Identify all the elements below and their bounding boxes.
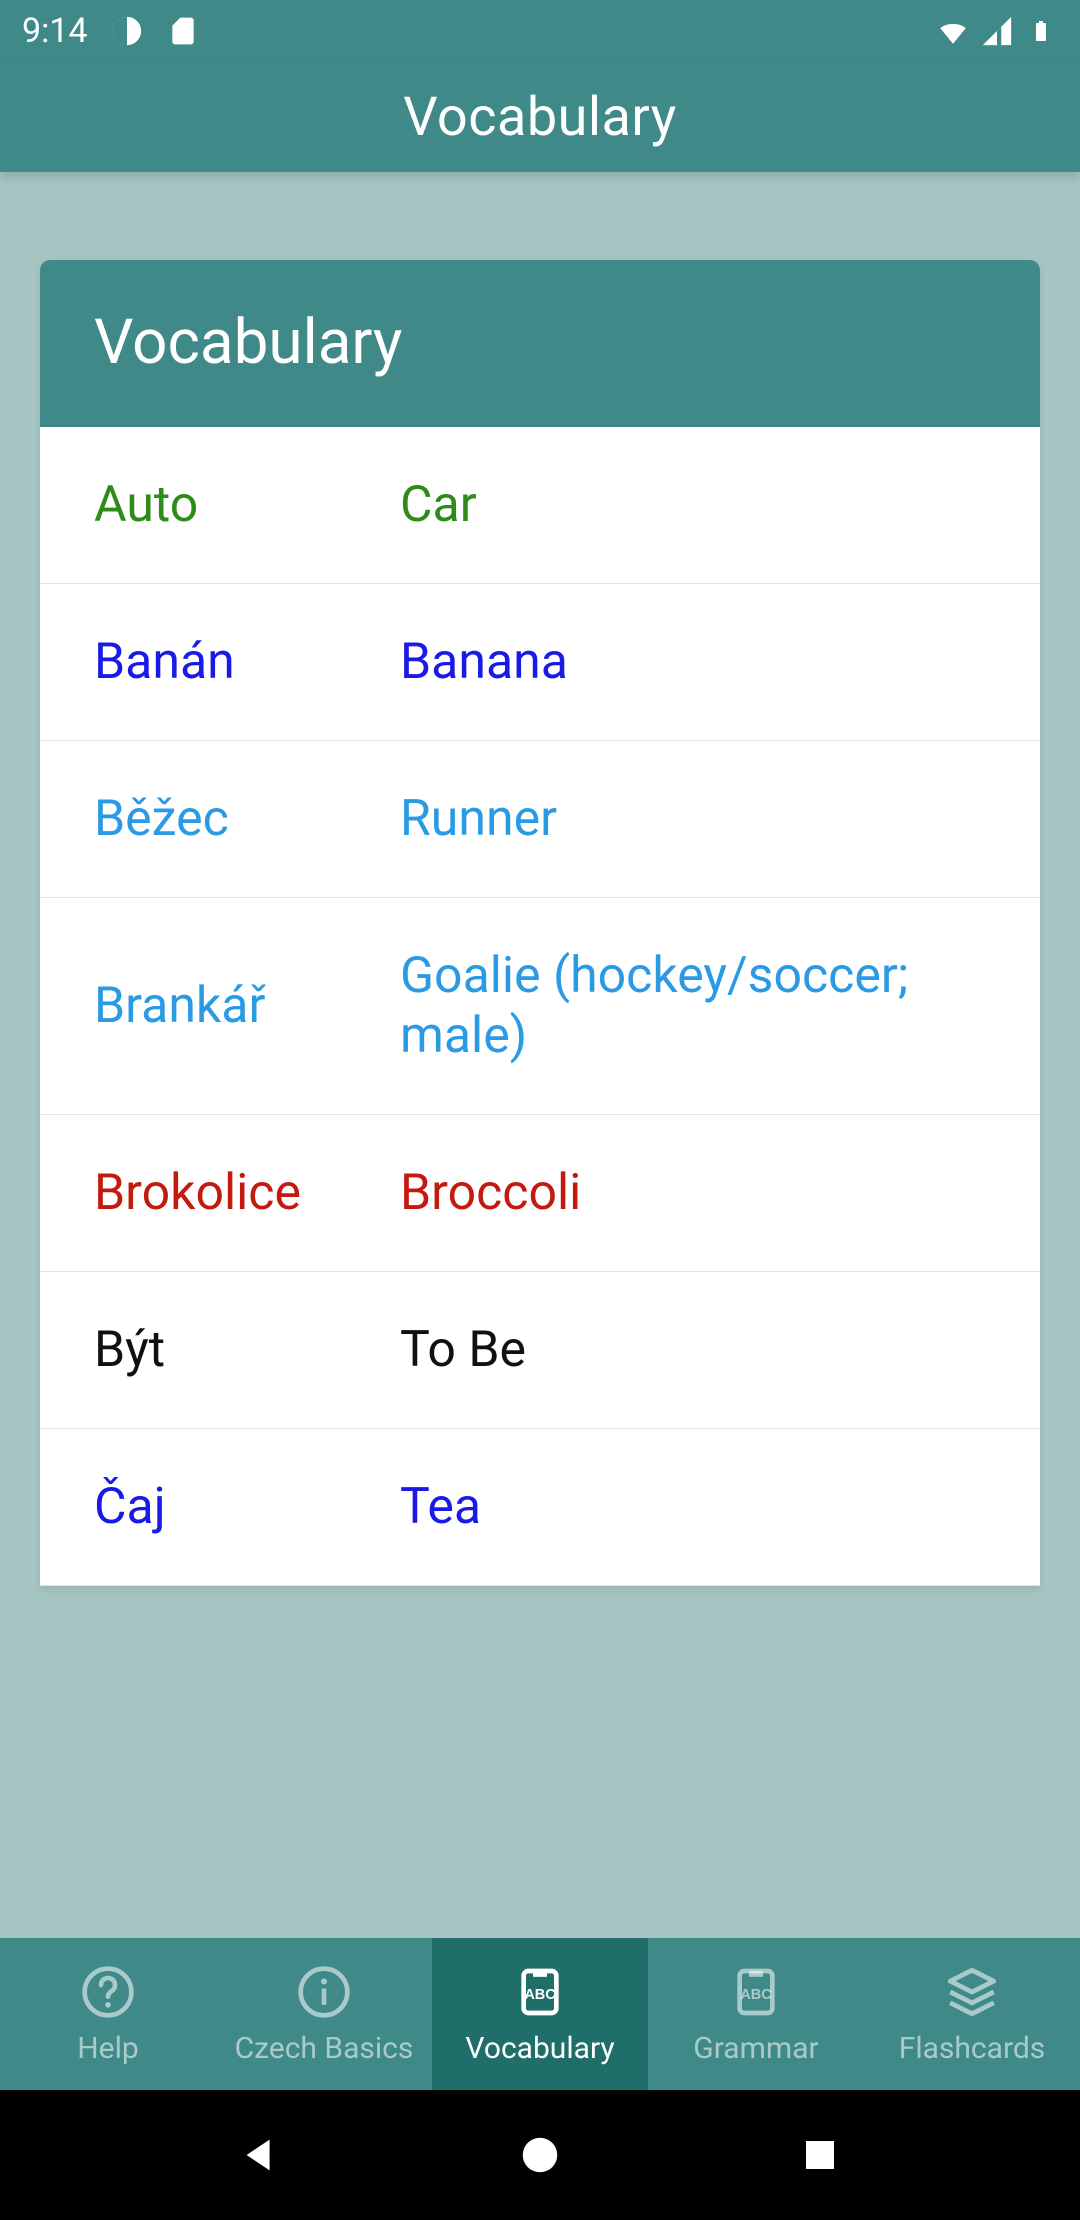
page-body: Vocabulary AutoCarBanánBananaBěžecRunner…: [0, 172, 1080, 1938]
vocab-row[interactable]: ČajTea: [40, 1429, 1040, 1586]
vocab-target: Runner: [400, 789, 1040, 849]
nav-item-label: Grammar: [693, 2031, 818, 2066]
vocab-row[interactable]: BanánBanana: [40, 584, 1040, 741]
vocab-target: Broccoli: [400, 1163, 1040, 1223]
nav-item-label: Vocabulary: [465, 2031, 614, 2066]
home-button[interactable]: [510, 2125, 570, 2185]
nav-item-flashcards[interactable]: Flashcards: [864, 1938, 1080, 2090]
nav-item-help[interactable]: Help: [0, 1938, 216, 2090]
vocab-target: Car: [400, 475, 1040, 535]
nav-item-czech-basics[interactable]: Czech Basics: [216, 1938, 432, 2090]
vocab-row[interactable]: BrokoliceBroccoli: [40, 1115, 1040, 1272]
vocab-target: To Be: [400, 1320, 1040, 1380]
status-bar: 9:14: [0, 0, 1080, 62]
vocab-source: Brankář: [40, 977, 400, 1035]
nav-item-label: Czech Basics: [235, 2031, 414, 2066]
svg-text:ABC: ABC: [740, 1987, 772, 2003]
list-fade: [0, 1890, 1080, 1938]
vocab-source: Být: [40, 1321, 400, 1379]
card-header: Vocabulary: [40, 260, 1040, 427]
android-nav-bar: [0, 2090, 1080, 2220]
vocab-source: Čaj: [40, 1478, 400, 1536]
vocab-source: Brokolice: [40, 1164, 400, 1222]
info-icon: [295, 1963, 353, 2021]
nav-item-label: Help: [77, 2031, 138, 2066]
vocab-source: Běžec: [40, 790, 400, 848]
nav-item-label: Flashcards: [899, 2031, 1046, 2066]
wifi-icon: [936, 14, 970, 48]
vocab-row[interactable]: BrankářGoalie (hockey/soccer; male): [40, 898, 1040, 1115]
recents-button[interactable]: [790, 2125, 850, 2185]
vocab-row[interactable]: BýtTo Be: [40, 1272, 1040, 1429]
sd-card-icon: [166, 14, 200, 48]
book-abc-icon: ABC: [727, 1963, 785, 2021]
book-abc-icon: ABC: [511, 1963, 569, 2021]
battery-icon: [1024, 14, 1058, 48]
cell-signal-icon: [980, 14, 1014, 48]
help-icon: [79, 1963, 137, 2021]
vocab-row[interactable]: BěžecRunner: [40, 741, 1040, 898]
invert-colors-icon: [110, 14, 144, 48]
vocab-row[interactable]: AutoCar: [40, 427, 1040, 584]
stack-icon: [943, 1963, 1001, 2021]
vocab-target: Tea: [400, 1477, 1040, 1537]
vocab-source: Banán: [40, 633, 400, 691]
app-bar: Vocabulary: [0, 62, 1080, 172]
vocab-target: Banana: [400, 632, 1040, 692]
nav-item-grammar[interactable]: ABC Grammar: [648, 1938, 864, 2090]
vocab-source: Auto: [40, 476, 400, 534]
vocab-list[interactable]: AutoCarBanánBananaBěžecRunnerBrankářGoal…: [40, 427, 1040, 1586]
back-button[interactable]: [230, 2125, 290, 2185]
nav-item-vocabulary[interactable]: ABC Vocabulary: [432, 1938, 648, 2090]
status-time: 9:14: [22, 11, 88, 51]
vocab-card: Vocabulary AutoCarBanánBananaBěžecRunner…: [40, 260, 1040, 1586]
vocab-target: Goalie (hockey/soccer; male): [400, 946, 1040, 1066]
svg-text:ABC: ABC: [524, 1987, 556, 2003]
bottom-nav: Help Czech Basics ABC Vocabulary ABC Grammar F…: [0, 1938, 1080, 2090]
page-title: Vocabulary: [403, 86, 677, 149]
